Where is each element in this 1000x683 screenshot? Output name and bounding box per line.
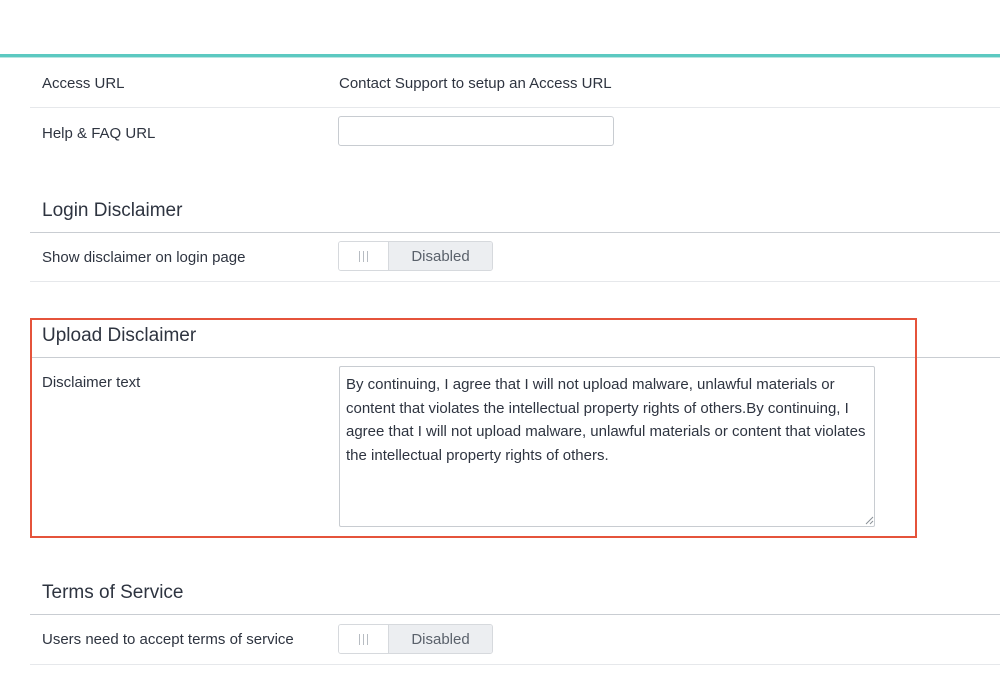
top-bar [0,0,1000,54]
toggle-grip-icon [339,625,389,653]
toggle-grip-icon [339,242,389,270]
help-faq-url-input[interactable] [338,116,614,146]
section-divider [30,357,1000,358]
show-disclaimer-label: Show disclaimer on login page [42,249,246,266]
disclaimer-text-area[interactable]: By continuing, I agree that I will not u… [339,366,875,527]
row-divider [30,664,1000,665]
disclaimer-text-label: Disclaimer text [42,374,141,391]
terms-of-service-heading: Terms of Service [42,582,184,603]
section-divider [30,232,1000,233]
access-url-label: Access URL [42,75,125,92]
upload-disclaimer-heading: Upload Disclaimer [42,325,197,346]
accent-bar-shadow [0,57,1000,58]
row-divider [30,107,1000,108]
row-divider [30,281,1000,282]
accept-terms-label: Users need to accept terms of service [42,631,294,648]
login-disclaimer-toggle[interactable]: Disabled [338,241,493,271]
toggle-state-label: Disabled [389,242,492,270]
access-url-value: Contact Support to setup an Access URL [339,75,612,92]
resize-handle-icon[interactable] [864,515,874,525]
terms-of-service-toggle[interactable]: Disabled [338,624,493,654]
section-divider [30,614,1000,615]
help-faq-url-label: Help & FAQ URL [42,125,156,142]
login-disclaimer-heading: Login Disclaimer [42,200,183,221]
toggle-state-label: Disabled [389,625,492,653]
